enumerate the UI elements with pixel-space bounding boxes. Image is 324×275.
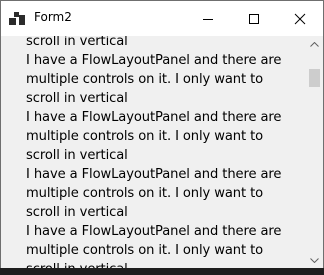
scroll-up-button[interactable] [306,36,323,53]
close-button[interactable] [277,1,323,36]
minimize-icon [203,19,213,20]
flow-layout-panel[interactable]: scroll in vertical I have a FlowLayoutPa… [1,36,323,269]
text-line: I have a FlowLayoutPanel and there are [26,167,282,182]
chevron-down-icon [310,258,319,263]
text-line: scroll in vertical [26,148,128,163]
minimize-button[interactable] [185,1,231,36]
scroll-down-button[interactable] [306,252,323,269]
text-line: multiple controls on it. I only want to [26,129,264,144]
text-line: multiple controls on it. I only want to [26,72,264,87]
scroll-thumb[interactable] [309,69,320,87]
title-bar[interactable]: Form2 [1,1,323,36]
text-line: multiple controls on it. I only want to [26,186,264,201]
vertical-scrollbar[interactable] [306,36,323,269]
text-line: multiple controls on it. I only want to [26,243,264,258]
text-line: scroll in vertical [26,36,128,49]
app-form-icon [9,12,25,25]
panel-content: scroll in vertical I have a FlowLayoutPa… [26,36,296,269]
maximize-icon [249,14,259,24]
text-line: scroll in vertical [26,91,128,106]
chevron-up-icon [310,42,319,47]
maximize-button[interactable] [231,1,277,36]
desktop-background [0,268,324,275]
form2-window: Form2 scroll in vertical I have a FlowLa… [0,0,324,270]
text-line: I have a FlowLayoutPanel and there are [26,110,282,125]
text-line: scroll in vertical [26,205,128,220]
close-icon [294,13,306,25]
text-line: I have a FlowLayoutPanel and there are [26,53,282,68]
window-title: Form2 [34,10,72,24]
text-line: I have a FlowLayoutPanel and there are [26,224,282,239]
